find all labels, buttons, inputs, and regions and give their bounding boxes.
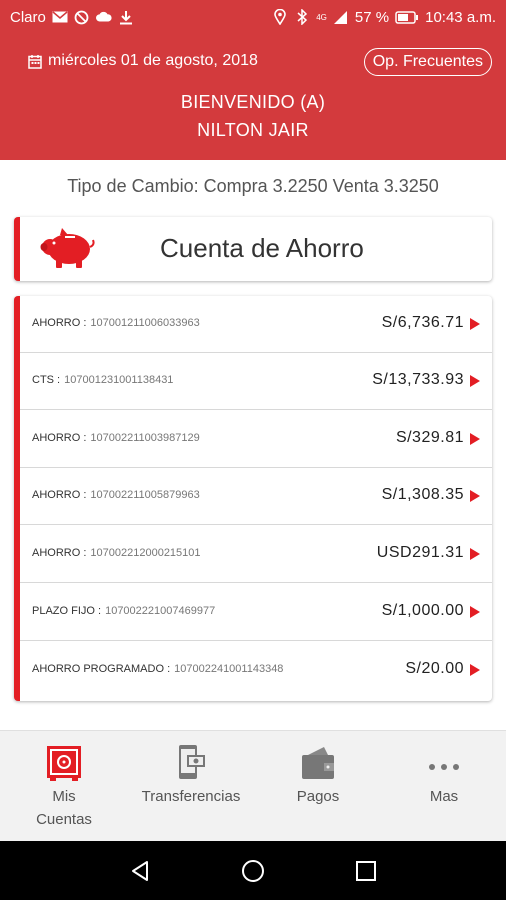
nav-label: Mas [429,788,459,805]
piggy-bank-icon [38,227,96,271]
nav-pagos[interactable]: Pagos [278,743,358,808]
more-dots-icon [424,743,464,783]
account-number: 107002221007469977 [105,605,216,617]
account-type: AHORRO : [32,547,87,559]
account-balance: S/13,733.93 [372,371,464,388]
battery-percent: 57 % [354,8,390,26]
nav-label: Pagos [296,788,340,805]
signal-icon [333,9,349,25]
user-name: NILTON JAIR [197,120,309,140]
clock: 10:43 a.m. [425,8,496,26]
account-type: AHORRO PROGRAMADO : [32,663,171,675]
account-row[interactable]: AHORRO :107001211006033963 S/6,736.71 [20,296,492,353]
account-type: AHORRO : [32,432,87,444]
app-header: miércoles 01 de agosto, 2018 Op. Frecuen… [0,34,506,160]
nav-mas[interactable]: Mas [404,743,484,808]
date-row: miércoles 01 de agosto, 2018 [28,52,258,70]
account-balance: S/6,736.71 [381,314,464,331]
mobile-transfer-icon [171,743,211,783]
frequent-operations-button[interactable]: Op. Frecuentes [363,48,492,76]
status-bar: Claro 4G 57 % 10:43 a.m. [0,0,506,34]
arrow-right-icon [470,375,480,387]
account-row[interactable]: AHORRO :107002211005879963 S/1,308.35 [20,468,492,525]
account-type: PLAZO FIJO : [32,605,102,617]
account-balance: S/329.81 [395,429,464,446]
account-row[interactable]: AHORRO :107002212000215101 USD291.31 [20,526,492,583]
account-number: 107002212000215101 [90,547,201,559]
account-balance: S/20.00 [405,660,464,677]
arrow-right-icon [470,548,480,560]
account-row[interactable]: AHORRO PROGRAMADO :107002241001143348 S/… [20,642,492,699]
system-navigation-bar [0,841,506,900]
back-icon[interactable] [128,859,152,883]
home-icon[interactable] [241,859,265,883]
arrow-right-icon [470,433,480,445]
safe-icon [44,743,84,783]
account-row[interactable]: AHORRO :107002211003987129 S/329.81 [20,411,492,468]
welcome-title: BIENVENIDO (A) [180,92,326,112]
bluetooth-icon [294,9,310,25]
account-type: CTS : [32,374,61,386]
recents-icon[interactable] [354,859,378,883]
account-type: AHORRO : [32,317,87,329]
network-type-label: 4G [316,12,327,22]
carrier-label: Claro [10,8,46,26]
arrow-right-icon [470,318,480,330]
arrow-right-icon [470,606,480,618]
bottom-navigation: Mis Cuentas Transferencias Pagos Mas [0,730,506,841]
exchange-rate-text: Tipo de Cambio: Compra 3.2250 Venta 3.32… [67,176,439,196]
block-icon [74,9,90,25]
account-balance: USD291.31 [376,544,464,561]
account-balance: S/1,000.00 [381,602,464,619]
account-type: AHORRO : [32,489,87,501]
account-number: 107002211003987129 [90,432,200,444]
nav-mis-cuentas[interactable]: Mis Cuentas [24,743,104,831]
arrow-right-icon [470,490,480,502]
nav-label: Transferencias [141,788,241,805]
accounts-list: AHORRO :107001211006033963 S/6,736.71 CT… [14,296,492,701]
download-icon [118,9,134,25]
account-number: 107001211006033963 [90,317,200,329]
account-category-card[interactable]: Cuenta de Ahorro [14,217,492,281]
current-date: miércoles 01 de agosto, 2018 [48,52,258,69]
account-category-title: Cuenta de Ahorro [160,233,364,263]
account-number: 107002241001143348 [174,663,284,675]
nav-label: Mis [52,788,76,805]
nav-transferencias[interactable]: Transferencias [138,743,244,808]
cloud-icon [95,9,112,25]
account-number: 107002211005879963 [90,489,200,501]
nav-label: Cuentas [36,811,92,828]
wallet-icon [298,743,338,783]
arrow-right-icon [470,664,480,676]
account-number: 107001231001138431 [64,374,174,386]
calendar-icon [28,54,42,69]
location-icon [272,9,288,25]
account-row[interactable]: CTS :107001231001138431 S/13,733.93 [20,353,492,410]
account-balance: S/1,308.35 [381,486,464,503]
mail-icon [52,9,68,25]
battery-icon [395,9,419,25]
account-row[interactable]: PLAZO FIJO :107002221007469977 S/1,000.0… [20,584,492,641]
